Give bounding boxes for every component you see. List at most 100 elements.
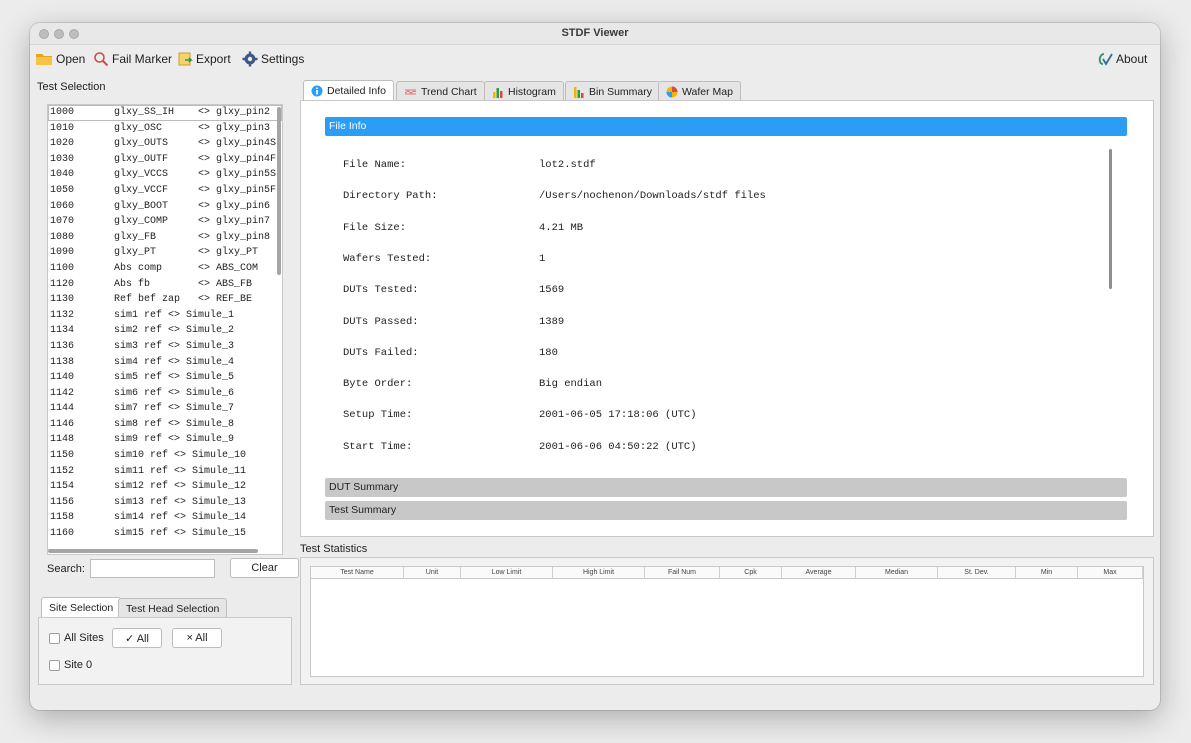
test-list-item[interactable]: 1148 sim9 ref <> Simule_9 [48,432,282,448]
test-name: sim15 ref <> Simule_15 [114,528,247,540]
column-header[interactable]: Unit [404,567,461,579]
file-info-key: DUTs Failed: [343,346,419,359]
test-statistics-table[interactable]: Test Name Unit Low Limit High Limit Fail Num… [310,566,1144,677]
test-number: 1020 [50,138,75,150]
column-header[interactable]: Test Name [311,567,404,579]
column-header[interactable]: Max [1078,567,1143,579]
test-name: glxy_PT <> glxy_PT [114,247,259,259]
tab-trend-chart[interactable]: Trend Chart [396,81,485,101]
clear-button[interactable]: Clear [230,558,299,578]
file-info-value: 1 [539,252,546,265]
test-list-item[interactable]: 1010 glxy_OSC <> glxy_pin3 [48,121,282,137]
tab-histogram[interactable]: Histogram [484,81,564,101]
test-list-item[interactable]: 1120 Abs fb <> ABS_FB [48,277,282,293]
test-number: 1120 [50,278,75,290]
site-selection-panel: All Sites ✓ All × All Site 0 [38,617,292,685]
tab-site-selection[interactable]: Site Selection [41,597,122,618]
file-info-value: 1389 [539,315,565,328]
test-statistics-label: Test Statistics [300,543,368,555]
test-list-item[interactable]: 1080 glxy_FB <> glxy_pin8 [48,230,282,246]
test-list[interactable]: 1000 glxy_SS_IH <> glxy_pin2 1010 glxy_OSC … [47,104,283,555]
site-0-label: Site 0 [64,659,93,671]
settings-button[interactable]: Settings [242,50,304,68]
open-button[interactable]: Open [35,50,85,68]
test-list-item[interactable]: 1146 sim8 ref <> Simule_8 [48,417,282,433]
test-list-item[interactable]: 1154 sim12 ref <> Simule_12 [48,479,282,495]
tab-bin-summary[interactable]: Bin Summary [565,81,661,101]
export-label: Export [196,52,231,66]
test-summary-header[interactable]: Test Summary [325,501,1127,520]
all-sites-checkbox[interactable] [49,633,60,644]
test-number: 1080 [50,231,75,243]
column-header[interactable]: Average [782,567,856,579]
test-list-item[interactable]: 1136 sim3 ref <> Simule_3 [48,339,282,355]
test-number: 1138 [50,356,75,368]
site-0-checkbox[interactable] [49,660,60,671]
test-name: sim3 ref <> Simule_3 [114,340,235,352]
test-list-vertical-scrollbar[interactable] [277,107,281,275]
about-button[interactable]: About [1097,50,1147,68]
test-list-item[interactable]: 1156 sim13 ref <> Simule_13 [48,495,282,511]
column-header[interactable]: High Limit [553,567,645,579]
test-list-item[interactable]: 1130 Ref bef zap <> REF_BE [48,292,282,308]
tab-detailed-info[interactable]: Detailed Info [303,80,394,101]
test-list-item[interactable]: 1040 glxy_VCCS <> glxy_pin5S [48,167,282,183]
test-list-horizontal-scrollbar[interactable] [48,549,258,553]
column-header[interactable]: Cpk [720,567,782,579]
test-list-item[interactable]: 1150 sim10 ref <> Simule_10 [48,448,282,464]
toolbar: Open Fail Marker Export Settings About [30,46,1160,72]
column-header[interactable]: Min [1016,567,1078,579]
test-number: 1134 [50,325,75,337]
export-button[interactable]: Export [177,50,231,68]
test-number: 1140 [50,372,75,384]
test-name: sim2 ref <> Simule_2 [114,325,235,337]
file-info-key: File Size: [343,221,407,234]
test-list-item[interactable]: 1142 sim6 ref <> Simule_6 [48,386,282,402]
test-list-item[interactable]: 1152 sim11 ref <> Simule_11 [48,464,282,480]
test-list-item[interactable]: 1158 sim14 ref <> Simule_14 [48,510,282,526]
test-list-item[interactable]: 1100 Abs comp <> ABS_COM [48,261,282,277]
test-list-item[interactable]: 1020 glxy_OUTS <> glxy_pin4S [48,136,282,152]
test-list-item[interactable]: 1134 sim2 ref <> Simule_2 [48,323,282,339]
test-list-item[interactable]: 1132 sim1 ref <> Simule_1 [48,308,282,324]
fail-marker-button[interactable]: Fail Marker [93,50,172,68]
test-list-item[interactable]: 1138 sim4 ref <> Simule_4 [48,355,282,371]
test-list-item[interactable]: 1160 sim15 ref <> Simule_15 [48,526,282,542]
file-info-header[interactable]: File Info [325,117,1127,136]
column-header[interactable]: Fail Num [645,567,720,579]
test-name: sim9 ref <> Simule_9 [114,434,235,446]
test-list-item[interactable]: 1140 sim5 ref <> Simule_5 [48,370,282,386]
column-header[interactable]: Median [856,567,938,579]
test-number: 1142 [50,387,75,399]
test-statistics-header: Test Name Unit Low Limit High Limit Fail Num… [311,567,1143,579]
dut-summary-header[interactable]: DUT Summary [325,478,1127,497]
test-list-item[interactable]: 1000 glxy_SS_IH <> glxy_pin2 [48,105,282,121]
tab-test-head-selection[interactable]: Test Head Selection [118,598,228,618]
test-list-item[interactable]: 1030 glxy_OUTF <> glxy_pin4F [48,152,282,168]
tab-wafer-map[interactable]: Wafer Map [658,81,741,101]
test-list-item[interactable]: 1144 sim7 ref <> Simule_7 [48,401,282,417]
search-label: Search: [47,563,85,575]
column-header[interactable]: St. Dev. [938,567,1016,579]
file-info-key: Start Time: [343,440,413,453]
test-statistics-panel: Test Name Unit Low Limit High Limit Fail Num… [300,557,1154,685]
test-list-item[interactable]: 1050 glxy_VCCF <> glxy_pin5F [48,183,282,199]
file-info-scrollbar[interactable] [1109,149,1112,289]
file-info-value: 2001-06-05 17:18:06 (UTC) [539,409,697,422]
export-icon [178,52,193,66]
test-name: glxy_VCCS <> glxy_pin5S [114,169,277,181]
search-input[interactable] [90,559,215,578]
test-name: glxy_VCCF <> glxy_pin5F [114,184,277,196]
file-info-value: 2001-06-06 04:50:22 (UTC) [539,440,697,453]
uncheck-all-button[interactable]: × All [172,628,222,648]
test-list-item[interactable]: 1090 glxy_PT <> glxy_PT [48,245,282,261]
check-all-button[interactable]: ✓ All [112,628,162,648]
test-list-item[interactable]: 1070 glxy_COMP <> glxy_pin7 [48,214,282,230]
file-info-value: /Users/nochenon/Downloads/stdf files [539,190,766,203]
column-header[interactable]: Low Limit [461,567,553,579]
test-number: 1100 [50,262,75,274]
test-name: glxy_OUTS <> glxy_pin4S [114,138,277,150]
test-list-item[interactable]: 1060 glxy_BOOT <> glxy_pin6 [48,199,282,215]
folder-icon [36,54,52,65]
test-name: glxy_OUTF <> glxy_pin4F [114,153,277,165]
